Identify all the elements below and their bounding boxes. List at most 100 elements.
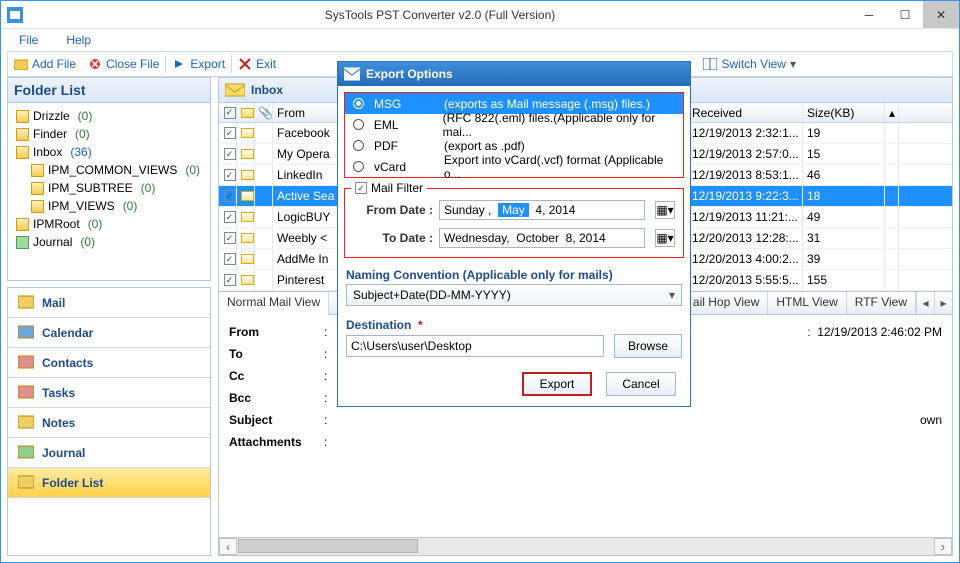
nav-calendar[interactable]: Calendar [8,318,210,348]
window-title: SysTools PST Converter v2.0 (Full Versio… [29,8,851,22]
to-date-input[interactable]: Wednesday, October 8, 2014 [439,228,645,248]
nav-journal[interactable]: Journal [8,438,210,468]
header-received[interactable]: Received [688,103,803,122]
envelope-icon [241,233,254,243]
row-checkbox[interactable]: ✓ [224,253,236,265]
tree-item[interactable]: IPMRoot(0) [16,215,206,233]
from-date-label: From Date : [353,203,433,217]
tab-mail-hop[interactable]: ail Hop View [685,292,768,314]
export-icon [344,67,360,81]
close-file-button[interactable]: Close File [82,52,165,76]
envelope-icon [241,212,254,222]
envelope-icon [241,191,254,201]
tab-scroll-right[interactable]: ▸ [934,292,952,314]
nav-mail[interactable]: Mail [8,288,210,318]
from-date-picker-icon[interactable]: ▦▾ [655,201,675,219]
nav-tasks[interactable]: Tasks [8,378,210,408]
row-checkbox[interactable]: ✓ [224,274,236,286]
radio-icon [353,140,364,151]
detail-attachments-label: Attachments [229,435,324,449]
row-checkbox[interactable]: ✓ [224,169,236,181]
tree-item[interactable]: Journal(0) [16,233,206,251]
folder-icon [31,182,44,195]
envelope-icon [241,128,254,138]
play-icon [172,57,186,71]
exit-button[interactable]: Exit [232,52,282,76]
format-option-eml[interactable]: EML(RFC 822(.eml) files.(Applicable only… [345,114,683,135]
add-file-button[interactable]: Add File [8,52,82,76]
format-options: MSG(exports as Mail message (.msg) files… [344,92,684,178]
row-checkbox[interactable]: ✓ [224,232,236,244]
header-checkbox[interactable]: ✓ [219,103,237,122]
tree-item[interactable]: Inbox(36) [16,143,206,161]
row-checkbox[interactable]: ✓ [224,148,236,160]
detail-from-label: From [229,325,324,339]
nav-icon [18,385,34,401]
tree-item[interactable]: IPM_COMMON_VIEWS(0) [31,161,206,179]
exit-x-icon [238,57,252,71]
row-checkbox[interactable]: ✓ [224,211,236,223]
menu-help[interactable]: Help [66,33,91,47]
export-button[interactable]: Export [166,52,231,76]
naming-label: Naming Convention (Applicable only for m… [346,268,682,282]
detail-date: 12/19/2013 2:46:02 PM [817,325,942,339]
dialog-export-button[interactable]: Export [522,372,592,396]
header-envelope-icon [237,103,255,122]
journal-icon [16,236,29,249]
format-option-vcard[interactable]: vCardExport into vCard(.vcf) format (App… [345,156,683,177]
mail-filter-checkbox[interactable]: ✓ [355,182,367,194]
table-scroll-up[interactable]: ▴ [885,103,899,122]
nav-folder-list[interactable]: Folder List [8,468,210,498]
to-date-picker-icon[interactable]: ▦▾ [655,229,675,247]
dialog-cancel-button[interactable]: Cancel [606,372,676,396]
radio-icon [353,161,364,172]
radio-icon [353,98,364,109]
horizontal-scrollbar[interactable]: ‹ › [218,538,953,556]
tab-scroll-left[interactable]: ◂ [916,292,934,314]
title-bar: SysTools PST Converter v2.0 (Full Versio… [1,1,959,29]
destination-input[interactable] [346,335,604,357]
row-checkbox[interactable]: ✓ [224,190,236,202]
folder-icon [16,146,29,159]
tree-item[interactable]: IPM_VIEWS(0) [31,197,206,215]
maximize-button[interactable]: ☐ [887,1,923,28]
mail-filter-legend: Mail Filter [371,181,423,195]
scroll-left-button[interactable]: ‹ [219,538,237,555]
close-button[interactable]: ✕ [923,1,959,28]
app-icon [7,7,23,23]
scroll-right-button[interactable]: › [934,538,952,555]
folder-plus-icon [14,57,28,71]
row-checkbox[interactable]: ✓ [224,127,236,139]
browse-button[interactable]: Browse [614,334,682,358]
scroll-thumb[interactable] [238,539,418,553]
nav-notes[interactable]: Notes [8,408,210,438]
folder-tree[interactable]: Drizzle(0)Finder(0)Inbox(36)IPM_COMMON_V… [7,103,211,281]
tree-item[interactable]: Drizzle(0) [16,107,206,125]
folder-icon [16,218,29,231]
from-date-input[interactable]: Sunday , May 4, 2014 [439,200,645,220]
tab-html-view[interactable]: HTML View [768,292,846,314]
folder-icon [16,110,29,123]
naming-convention-select[interactable]: Subject+Date(DD-MM-YYYY)▾ [346,284,682,306]
mail-filter-group: ✓Mail Filter From Date : Sunday , May 4,… [344,188,684,258]
minimize-button[interactable]: ─ [851,1,887,28]
nav-icon [18,415,34,431]
dropdown-indicator-icon: ▾ [790,57,796,71]
tab-normal-mail[interactable]: Normal Mail View [219,292,329,315]
menu-file[interactable]: File [19,33,38,47]
detail-bcc-label: Bcc [229,391,324,405]
nav-contacts[interactable]: Contacts [8,348,210,378]
switch-view-icon [703,57,717,71]
switch-view-button[interactable]: Switch View ▾ [697,52,802,76]
header-size[interactable]: Size(KB) [803,103,885,122]
folder-icon [16,128,29,141]
nav-icon [18,475,34,491]
tree-item[interactable]: Finder(0) [16,125,206,143]
tree-item[interactable]: IPM_SUBTREE(0) [31,179,206,197]
nav-icon [18,355,34,371]
to-date-label: To Date : [353,231,433,245]
tab-rtf-view[interactable]: RTF View [847,292,916,314]
close-x-icon [88,57,102,71]
detail-subject-fragment: own [920,413,942,427]
header-attachment-icon: 📎 [255,103,273,122]
